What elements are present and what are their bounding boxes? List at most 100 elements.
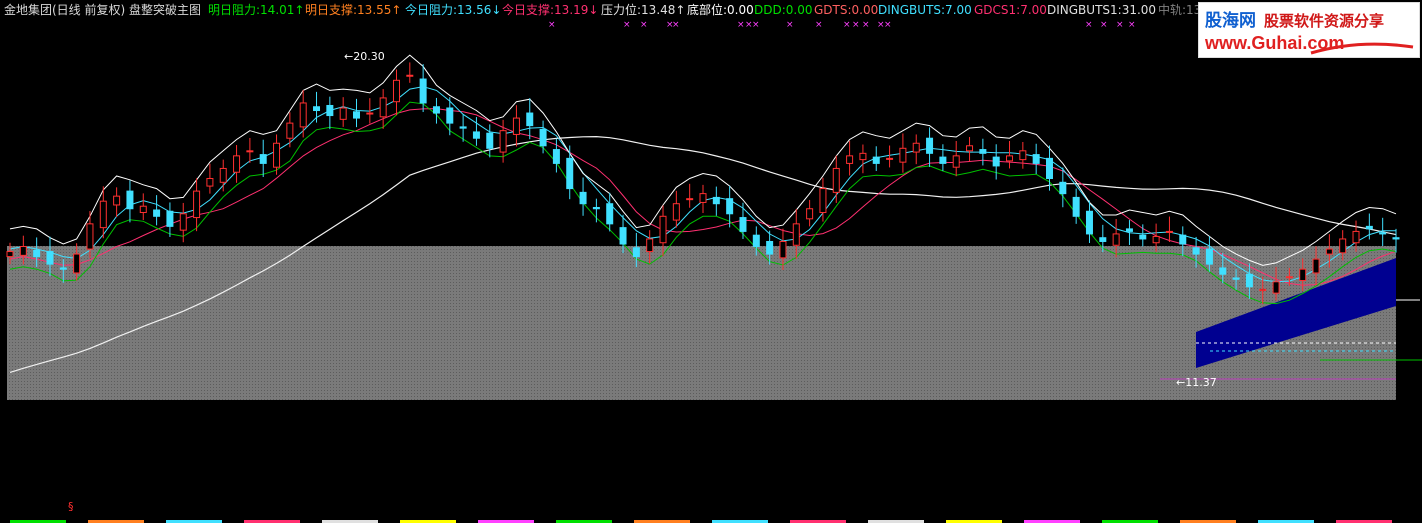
candle-body: [672, 203, 680, 221]
candle-body: [1099, 237, 1107, 242]
candle-body: [659, 215, 667, 244]
candle-body: [646, 238, 654, 253]
candle-body: [339, 107, 347, 120]
candle-body: [1072, 196, 1080, 217]
candle-body: [579, 191, 587, 205]
candle-body: [1059, 181, 1067, 195]
candle-body: [46, 251, 54, 265]
signal-marker: ×: [548, 20, 556, 30]
candle-body: [139, 205, 147, 214]
candle-body: [1006, 155, 1014, 162]
candle-body: [233, 155, 241, 173]
signal-marker: ×: [1116, 20, 1124, 30]
candle-body: [606, 203, 614, 225]
candle-body: [1259, 288, 1267, 292]
candle-body: [326, 104, 334, 117]
candle-body: [406, 74, 414, 77]
candle-body: [792, 223, 800, 246]
candle-body: [246, 150, 254, 153]
candle-body: [1205, 248, 1213, 265]
candle-body: [992, 156, 1000, 167]
candle-body: [566, 157, 574, 190]
signal-marker: ×: [1128, 20, 1136, 30]
candle-body: [153, 209, 161, 217]
candle-body: [419, 78, 427, 104]
candle-body: [193, 190, 201, 219]
candle-body: [912, 142, 920, 153]
candle-body: [1299, 268, 1307, 282]
candle-body: [1352, 230, 1360, 244]
signal-marker: ×: [672, 20, 680, 30]
candle-body: [899, 147, 907, 163]
candle-body: [1085, 210, 1093, 235]
candle-body: [86, 223, 94, 250]
candle-body: [1325, 248, 1333, 255]
candle-body: [1152, 235, 1160, 244]
candle-body: [552, 149, 560, 164]
candle-body: [939, 156, 947, 164]
candle-body: [1019, 150, 1027, 161]
candle-body: [1312, 258, 1320, 274]
candle-body: [1339, 238, 1347, 254]
signal-marker: ×: [752, 20, 760, 30]
candle-body: [752, 234, 760, 248]
candle-body: [632, 247, 640, 258]
candle-body: [206, 178, 214, 187]
candle-body: [366, 112, 374, 115]
candle-body: [179, 213, 187, 231]
candle-body: [459, 126, 467, 129]
candle-body: [1032, 154, 1040, 164]
candle-body: [779, 240, 787, 259]
signal-marker: ×: [786, 20, 794, 30]
candle-body: [379, 97, 387, 118]
high-label: ←20.30: [344, 50, 385, 63]
candle-body: [806, 208, 814, 220]
candle-body: [1272, 281, 1280, 294]
candle-body: [1285, 276, 1293, 279]
candle-body: [99, 200, 107, 229]
candle-body: [1219, 267, 1227, 275]
candle-body: [33, 249, 41, 258]
candle-body: [832, 167, 840, 193]
candle-body: [979, 149, 987, 154]
signal-marker: ×: [623, 20, 631, 30]
candle-body: [766, 240, 774, 255]
candle-body: [1125, 228, 1133, 232]
candle-body: [392, 79, 400, 103]
signal-marker: ×: [1085, 20, 1093, 30]
candle-body: [1112, 233, 1120, 246]
footer-strip: [10, 520, 1392, 523]
watermark-swoosh-icon: [1310, 42, 1414, 55]
candle-body: [1365, 225, 1373, 230]
candle-body: [699, 193, 707, 203]
candle-body: [126, 190, 134, 210]
watermark-logo: 股海网 股票软件资源分享 www.Guhai.com: [1198, 2, 1420, 58]
candle-body: [739, 217, 747, 232]
candle-body: [1232, 277, 1240, 280]
candlestick-chart: × × × ×× × × × × × × × × × × × × × ×←20.30←11.37§: [6, 20, 1422, 512]
candle-body: [446, 107, 454, 124]
candle-body: [1139, 234, 1147, 240]
signal-marker: ×: [862, 20, 870, 30]
candle-body: [819, 188, 827, 214]
signal-marker: ×: [1100, 20, 1108, 30]
candle-body: [219, 167, 227, 183]
candle-body: [726, 198, 734, 215]
candle-body: [59, 267, 67, 270]
candle-body: [353, 111, 360, 119]
candle-body: [1179, 234, 1187, 245]
watermark-tagline: 股票软件资源分享: [1264, 12, 1385, 30]
candle-body: [273, 142, 281, 168]
candle-body: [19, 246, 27, 256]
candle-body: [6, 251, 14, 258]
candle-body: [313, 106, 321, 112]
candle-body: [886, 157, 894, 160]
candle-body: [526, 112, 534, 127]
candle-body: [619, 227, 627, 245]
candle-body: [486, 132, 494, 149]
candle-body: [539, 128, 547, 147]
candle-body: [113, 195, 121, 206]
signal-marker: ×: [852, 20, 860, 30]
candle-body: [592, 206, 600, 210]
candle-body: [712, 196, 720, 205]
